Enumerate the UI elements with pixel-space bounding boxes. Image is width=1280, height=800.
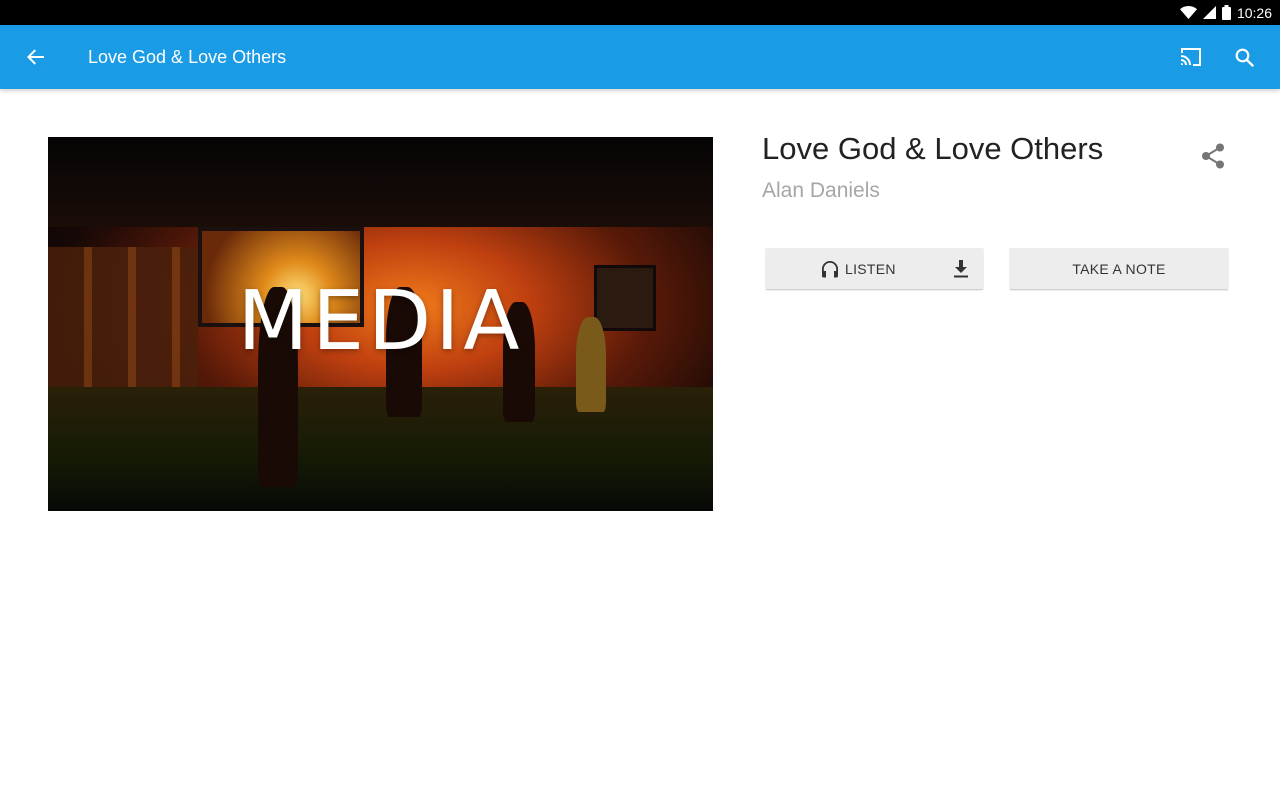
battery-icon	[1221, 5, 1231, 20]
sermon-author: Alan Daniels	[762, 179, 880, 202]
app-bar-title: Love God & Love Others	[88, 47, 287, 67]
download-button[interactable]	[950, 258, 972, 280]
artwork-ceiling	[48, 137, 713, 227]
back-button[interactable]	[22, 43, 50, 71]
signal-icon	[1202, 6, 1216, 19]
listen-button[interactable]: LISTEN	[766, 248, 983, 289]
cast-icon	[1181, 48, 1201, 66]
app-bar: Love God & Love Others	[0, 25, 1280, 89]
status-time: 10:26	[1236, 4, 1272, 21]
headphones-icon	[822, 260, 838, 277]
download-icon	[954, 260, 968, 278]
share-button[interactable]	[1199, 141, 1227, 171]
status-bar: 10:26	[0, 0, 1280, 25]
search-icon	[1235, 48, 1254, 67]
wifi-icon	[1179, 6, 1197, 19]
artwork-floor	[48, 387, 713, 511]
sermon-title: Love God & Love Others	[762, 131, 1104, 166]
media-overlay-text: MEDIA	[237, 274, 524, 369]
search-button[interactable]	[1230, 43, 1258, 71]
take-a-note-button[interactable]: TAKE A NOTE	[1010, 248, 1228, 289]
share-icon	[1202, 143, 1224, 169]
back-arrow-icon	[27, 49, 44, 65]
listen-label: LISTEN	[845, 260, 896, 277]
cast-button[interactable]	[1176, 43, 1206, 71]
media-artwork[interactable]: MEDIA	[48, 137, 713, 511]
